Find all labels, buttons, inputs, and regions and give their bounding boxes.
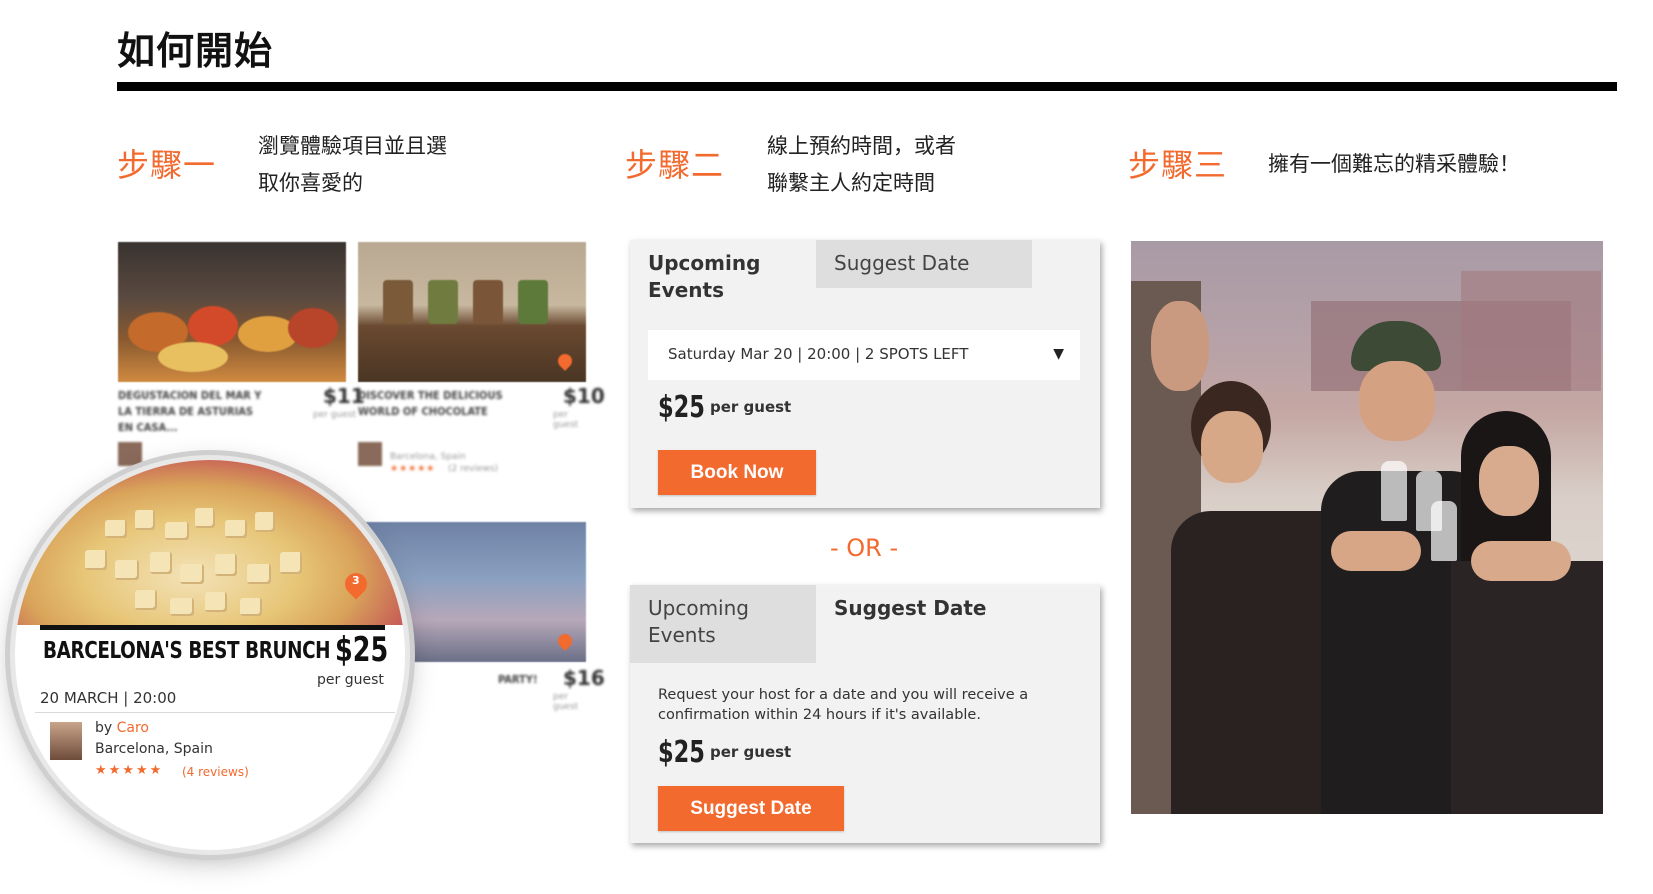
tab-upcoming-events[interactable]: Upcoming Events — [630, 240, 816, 318]
suggest-per-guest: per guest — [710, 743, 792, 761]
card-separator — [35, 712, 395, 713]
listing-thumbnail — [118, 242, 346, 382]
dropdown-arrow-icon: ▼ — [1053, 346, 1064, 362]
book-now-button[interactable]: Book Now — [658, 450, 816, 495]
blurred-listing-title: PARTY! — [498, 673, 538, 686]
step-two-label: 步驟二 — [625, 146, 725, 184]
step-three-label: 步驟三 — [1128, 146, 1228, 184]
or-divider: - OR - — [830, 534, 899, 562]
host-avatar — [50, 722, 82, 760]
request-description: Request your host for a date and you wil… — [658, 687, 1029, 723]
celebration-photo — [1131, 241, 1603, 814]
card-divider — [40, 625, 385, 630]
blurred-per-guest: per guest — [553, 692, 579, 712]
step-two-line-1: 線上預約時間，或者 — [767, 134, 956, 158]
host-byline: by Caro — [95, 720, 149, 736]
page-title: 如何開始 — [117, 29, 274, 73]
blurred-per-guest: per guest — [313, 410, 356, 420]
booking-widget-upcoming: Upcoming Events Suggest Date Saturday Ma… — [630, 240, 1100, 508]
blurred-per-guest: per guest — [553, 410, 579, 430]
title-divider — [117, 82, 1617, 91]
tab-upcoming-events[interactable]: Upcoming Events — [630, 585, 816, 663]
listing-title: BARCELONA'S BEST BRUNCH — [43, 638, 331, 664]
tab-suggest-date[interactable]: Suggest Date — [816, 585, 1032, 633]
listing-price: $25 — [335, 630, 389, 670]
blurred-listing-title: DEGUSTACION DEL MAR Y LA TIERRA DE ASTUR… — [118, 389, 262, 434]
booking-widget-suggest: Upcoming Events Suggest Date Request you… — [630, 585, 1100, 843]
pin-count: 3 — [352, 574, 360, 587]
blurred-listing-price: $16 — [563, 666, 605, 690]
by-label: by — [95, 720, 113, 736]
blurred-listing-title: DISCOVER THE DELICIOUS WORLD OF CHOCOLAT… — [358, 389, 503, 418]
listing-per-guest: per guest — [317, 672, 384, 688]
step-one-line-1: 瀏覽體驗項目並且選 — [258, 134, 447, 158]
step-one-label: 步驟一 — [117, 146, 217, 184]
blurred-listing-price: $10 — [563, 384, 605, 408]
listing-photo — [15, 460, 405, 625]
listing-date: 20 MARCH | 20:00 — [40, 689, 177, 707]
booking-per-guest: per guest — [710, 398, 792, 416]
review-count: (4 reviews) — [182, 765, 249, 779]
event-date-select[interactable]: Saturday Mar 20 | 20:00 | 2 SPOTS LEFT ▼ — [648, 330, 1080, 380]
rating-stars-icon: ★★★★★ — [95, 763, 164, 778]
step-two-line-2: 聯繫主人約定時間 — [767, 171, 935, 195]
blurred-reviews: (2 reviews) — [448, 464, 499, 474]
tab-suggest-date[interactable]: Suggest Date — [816, 240, 1032, 288]
step-two-description: 線上預約時間，或者 聯繫主人約定時間 — [767, 128, 956, 202]
listing-location: Barcelona, Spain — [95, 741, 213, 757]
step-one-line-2: 取你喜愛的 — [258, 171, 363, 195]
magnified-listing-card: 3 BARCELONA'S BEST BRUNCH $25 per guest … — [15, 460, 405, 850]
host-name: Caro — [116, 720, 149, 736]
step-one-description: 瀏覽體驗項目並且選 取你喜愛的 — [258, 128, 447, 202]
suggest-price: $25 — [658, 735, 705, 770]
booking-price: $25 — [658, 390, 705, 425]
event-date-select-value: Saturday Mar 20 | 20:00 | 2 SPOTS LEFT — [668, 345, 969, 363]
step-three-description: 擁有一個難忘的精采體驗！ — [1268, 152, 1520, 176]
suggest-date-button[interactable]: Suggest Date — [658, 786, 844, 831]
listing-thumbnail — [358, 242, 586, 382]
